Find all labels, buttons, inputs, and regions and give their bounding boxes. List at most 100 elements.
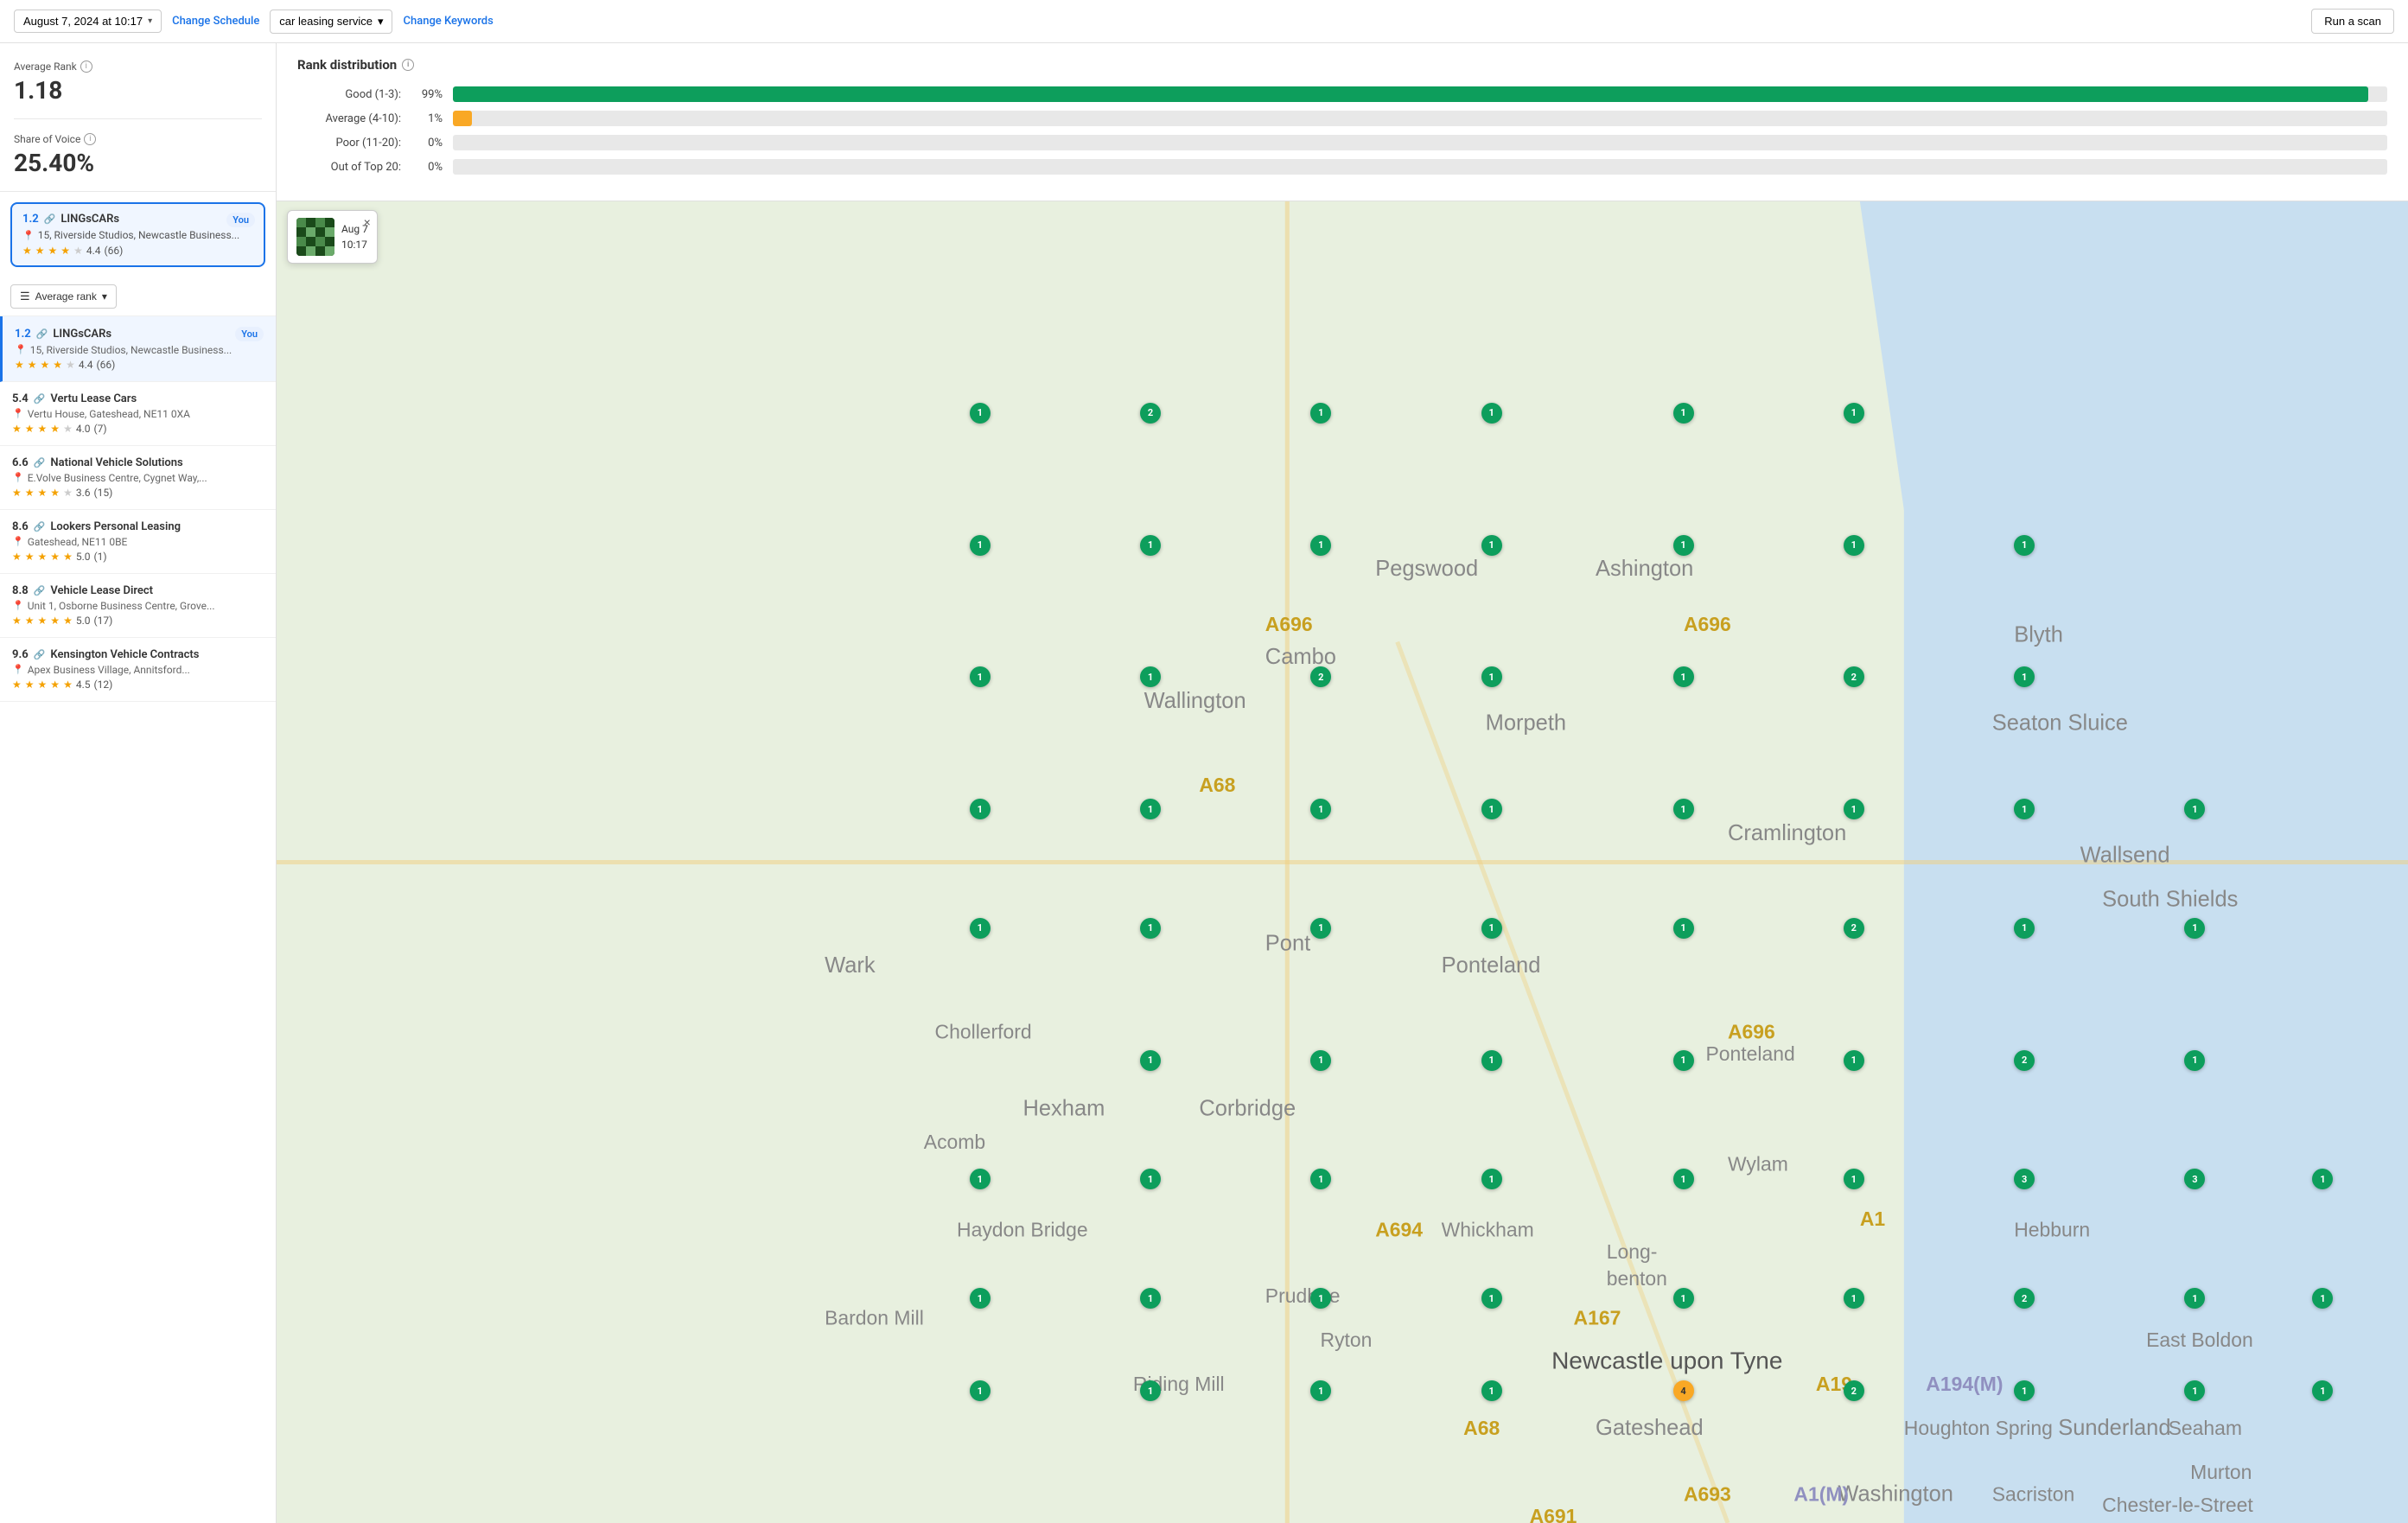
map-marker[interactable]: 1: [1673, 1288, 1694, 1309]
map-marker[interactable]: 1: [1673, 918, 1694, 939]
map-marker[interactable]: 2: [1310, 666, 1331, 687]
sort-button[interactable]: ☰ Average rank ▾: [10, 284, 117, 309]
sort-chevron-icon: ▾: [102, 290, 107, 303]
map-marker[interactable]: 4: [1673, 1380, 1694, 1401]
popup-close-button[interactable]: ×: [364, 215, 371, 229]
change-keywords-link[interactable]: Change Keywords: [403, 15, 493, 28]
highlighted-business-card[interactable]: You 1.2 🔗 LINGsCARs 📍 15, Riverside Stud…: [10, 202, 265, 267]
list-item[interactable]: 6.6 🔗 National Vehicle Solutions 📍 E.Vol…: [0, 446, 276, 510]
map-marker[interactable]: 1: [1673, 666, 1694, 687]
share-of-voice-info-icon[interactable]: i: [84, 133, 96, 145]
map-marker[interactable]: 1: [1481, 535, 1502, 556]
map-marker[interactable]: 1: [1673, 403, 1694, 424]
map-marker[interactable]: 1: [1673, 535, 1694, 556]
map-marker[interactable]: 1: [2312, 1288, 2333, 1309]
map-marker[interactable]: 1: [1140, 918, 1161, 939]
map-marker[interactable]: 1: [1481, 403, 1502, 424]
map-marker[interactable]: 1: [2184, 1050, 2205, 1071]
map-marker[interactable]: 1: [2014, 666, 2035, 687]
map-marker[interactable]: 1: [1310, 1288, 1331, 1309]
map-marker[interactable]: 2: [1844, 666, 1864, 687]
map-marker[interactable]: 1: [1310, 918, 1331, 939]
map-marker[interactable]: 2: [1140, 403, 1161, 424]
map-marker[interactable]: 1: [1140, 1288, 1161, 1309]
map-marker[interactable]: 1: [2184, 1380, 2205, 1401]
map-marker[interactable]: 1: [1844, 1169, 1864, 1189]
map-marker[interactable]: 1: [970, 403, 991, 424]
map-marker[interactable]: 1: [970, 1380, 991, 1401]
star-filled: ★: [12, 615, 22, 627]
map-marker[interactable]: 1: [1844, 403, 1864, 424]
list-item[interactable]: 9.6 🔗 Kensington Vehicle Contracts 📍 Ape…: [0, 638, 276, 702]
map-marker[interactable]: 1: [1481, 1380, 1502, 1401]
average-rank-info-icon[interactable]: i: [80, 61, 92, 73]
map-marker[interactable]: 1: [2014, 918, 2035, 939]
map-marker[interactable]: 1: [970, 1169, 991, 1189]
zoom-in-button[interactable]: +: [2374, 1448, 2398, 1472]
map-marker[interactable]: 1: [2014, 1380, 2035, 1401]
list-item[interactable]: 5.4 🔗 Vertu Lease Cars 📍 Vertu House, Ga…: [0, 382, 276, 446]
map-marker[interactable]: 1: [1844, 1288, 1864, 1309]
map-marker[interactable]: 1: [2184, 918, 2205, 939]
map-marker[interactable]: 1: [1844, 1050, 1864, 1071]
map-marker[interactable]: 2: [2014, 1288, 2035, 1309]
map-marker[interactable]: 1: [1844, 535, 1864, 556]
star-filled: ★: [15, 359, 24, 371]
map-marker[interactable]: 1: [1310, 535, 1331, 556]
map-marker[interactable]: 1: [1140, 666, 1161, 687]
map-marker[interactable]: 1: [2312, 1380, 2333, 1401]
map-marker[interactable]: 1: [2184, 799, 2205, 819]
map-marker[interactable]: 1: [2184, 1288, 2205, 1309]
map-marker[interactable]: 1: [1481, 918, 1502, 939]
map-marker[interactable]: 1: [1481, 1288, 1502, 1309]
list-item[interactable]: 8.6 🔗 Lookers Personal Leasing 📍 Gateshe…: [0, 510, 276, 574]
map-marker[interactable]: 1: [1310, 799, 1331, 819]
map-marker[interactable]: 3: [2184, 1169, 2205, 1189]
map-marker[interactable]: 1: [1140, 1169, 1161, 1189]
map-marker[interactable]: 2: [2014, 1050, 2035, 1071]
map-marker[interactable]: 1: [970, 535, 991, 556]
map-marker[interactable]: 1: [1310, 1169, 1331, 1189]
change-schedule-link[interactable]: Change Schedule: [172, 15, 259, 28]
map-marker[interactable]: 1: [1140, 1050, 1161, 1071]
map-marker[interactable]: 2: [1844, 1380, 1864, 1401]
list-item[interactable]: 8.8 🔗 Vehicle Lease Direct 📍 Unit 1, Osb…: [0, 574, 276, 638]
map-marker[interactable]: 2: [1844, 918, 1864, 939]
map-marker[interactable]: 1: [1844, 799, 1864, 819]
map-marker[interactable]: 1: [1140, 1380, 1161, 1401]
run-scan-button[interactable]: Run a scan: [2311, 9, 2394, 34]
map-marker[interactable]: 1: [1673, 1050, 1694, 1071]
map-marker[interactable]: 1: [2014, 799, 2035, 819]
svg-text:A694: A694: [1375, 1219, 1423, 1241]
bi-rating: 5.0: [76, 551, 91, 563]
map-marker[interactable]: 1: [1481, 666, 1502, 687]
map-marker[interactable]: 1: [2312, 1169, 2333, 1189]
map-marker[interactable]: 1: [1481, 1169, 1502, 1189]
keyword-button[interactable]: car leasing service ▾: [270, 10, 392, 34]
map-marker[interactable]: 1: [1140, 535, 1161, 556]
map-marker[interactable]: 1: [1310, 1050, 1331, 1071]
map-marker[interactable]: 1: [1481, 1050, 1502, 1071]
map-marker[interactable]: 1: [1310, 1380, 1331, 1401]
map-marker[interactable]: 1: [1140, 799, 1161, 819]
terms-link[interactable]: Terms: [2298, 1512, 2322, 1521]
rank-dist-info-icon[interactable]: i: [402, 59, 414, 71]
svg-text:Hebburn: Hebburn: [2014, 1219, 2090, 1241]
map-marker[interactable]: 1: [970, 1288, 991, 1309]
zoom-out-button[interactable]: −: [2374, 1472, 2398, 1496]
map-marker[interactable]: 3: [2014, 1169, 2035, 1189]
map-marker[interactable]: 1: [1310, 403, 1331, 424]
schedule-button[interactable]: August 7, 2024 at 10:17 ▾: [14, 10, 162, 33]
map-marker[interactable]: 1: [970, 918, 991, 939]
list-item[interactable]: 1.2 🔗 LINGsCARs You 📍 15, Riverside Stud…: [0, 316, 276, 382]
report-error-link[interactable]: Report a map error: [2329, 1512, 2401, 1521]
map-background-svg: Newcastle upon Tyne Hexham Corbridge War…: [277, 201, 2408, 1523]
map-marker[interactable]: 1: [1673, 1169, 1694, 1189]
map-marker[interactable]: 1: [970, 666, 991, 687]
map-marker[interactable]: 1: [970, 799, 991, 819]
svg-text:Murton: Murton: [2190, 1461, 2252, 1483]
map-marker[interactable]: 1: [1673, 799, 1694, 819]
map-marker[interactable]: 1: [1481, 799, 1502, 819]
bi-rating: 4.4: [79, 359, 93, 371]
map-marker[interactable]: 1: [2014, 535, 2035, 556]
